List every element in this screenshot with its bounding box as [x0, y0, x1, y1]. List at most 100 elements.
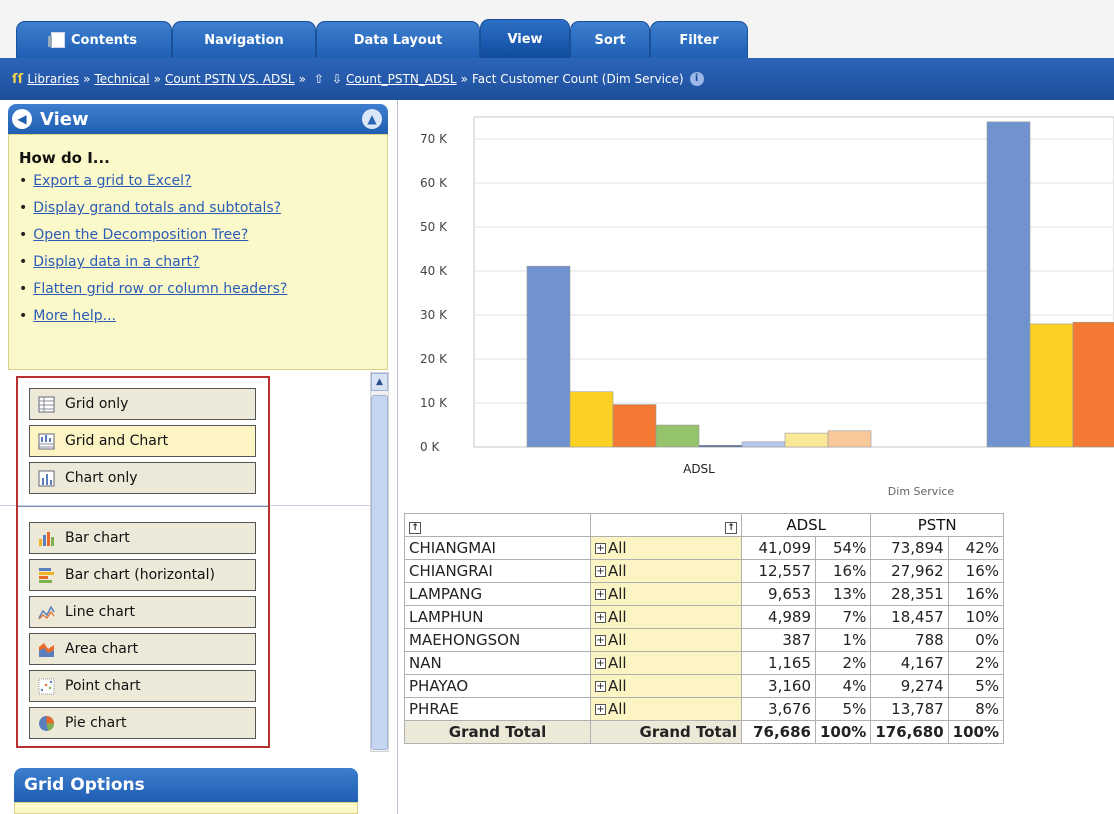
back-icon[interactable]: ◀ — [12, 109, 32, 129]
chart-only-button[interactable]: Chart only — [29, 462, 256, 494]
help-link-more[interactable]: More help... — [19, 308, 379, 335]
bar-chart-button[interactable]: Bar chart — [29, 522, 256, 554]
help-link-decomposition[interactable]: Open the Decomposition Tree? — [19, 227, 379, 254]
expand-plus-icon[interactable]: + — [595, 635, 606, 646]
column-header-adsl[interactable]: ADSL — [740, 513, 872, 537]
area-chart-button[interactable]: Area chart — [29, 633, 256, 665]
tab-navigation[interactable]: Navigation — [172, 21, 316, 58]
point-chart-button[interactable]: Point chart — [29, 670, 256, 702]
all-member-label: All — [608, 539, 627, 557]
all-member-cell[interactable]: + All — [590, 674, 742, 698]
grid-icon — [38, 396, 55, 412]
pstn-percent-cell: 0% — [947, 628, 1005, 652]
drill-up-icon[interactable]: ⇧ — [314, 72, 324, 86]
breadcrumb-report[interactable]: Count PSTN VS. ADSL — [165, 72, 295, 86]
row-header[interactable]: MAEHONGSON — [404, 628, 591, 652]
collapse-icon[interactable]: ▲ — [362, 109, 382, 129]
expand-plus-icon[interactable]: + — [595, 612, 606, 623]
pstn-count-cell: 9,274 — [870, 674, 949, 698]
line-chart-button[interactable]: Line chart — [29, 596, 256, 628]
all-member-label: All — [608, 608, 627, 626]
all-member-cell[interactable]: + All — [590, 536, 742, 560]
grid-options-title: Grid Options — [24, 775, 145, 795]
y-tick-label: 20 K — [420, 352, 448, 366]
table-row: CHIANGRAI + All 12,557 16% 27,962 16% — [404, 559, 1005, 583]
row-header[interactable]: LAMPHUN — [404, 605, 591, 629]
scroll-thumb[interactable] — [371, 395, 388, 750]
info-icon[interactable]: i — [689, 72, 704, 86]
grid-options-body — [14, 802, 358, 814]
row-header[interactable]: CHIANGMAI — [404, 536, 591, 560]
breadcrumb-separator-icon: » — [460, 72, 468, 86]
breadcrumb-cube[interactable]: Count_PSTN_ADSL — [346, 72, 457, 86]
all-member-cell[interactable]: + All — [590, 651, 742, 675]
bar-chart-label: Bar chart — [65, 530, 130, 546]
tab-sort[interactable]: Sort — [570, 21, 650, 58]
bar-nan-adsl[interactable] — [741, 441, 786, 448]
pie-chart-button[interactable]: Pie chart — [29, 707, 256, 739]
row-header[interactable]: PHAYAO — [404, 674, 591, 698]
breadcrumb-technical[interactable]: Technical — [94, 72, 149, 86]
row-header[interactable]: LAMPANG — [404, 582, 591, 606]
adsl-count-cell: 41,099 — [741, 536, 816, 560]
breadcrumb-libraries[interactable]: Libraries — [27, 72, 79, 86]
bar-maehongson-adsl[interactable] — [698, 444, 743, 448]
tab-contents[interactable]: Contents — [16, 21, 172, 58]
bar-chiangrai-adsl[interactable] — [569, 391, 614, 448]
bar-lampang-adsl[interactable] — [612, 404, 657, 448]
grid-and-chart-button[interactable]: Grid and Chart — [29, 425, 256, 457]
bar-lamphun-adsl[interactable] — [655, 424, 700, 448]
all-member-cell[interactable]: + All — [590, 582, 742, 606]
all-header-corner: ↑ — [590, 513, 742, 537]
bar-chiangmai-pstn[interactable] — [986, 121, 1031, 448]
scroll-up-icon[interactable]: ▲ — [371, 373, 388, 391]
pstn-count-cell: 788 — [870, 628, 949, 652]
bar-phayao-adsl[interactable] — [784, 432, 829, 448]
expand-plus-icon[interactable]: + — [595, 704, 606, 715]
tab-data-layout[interactable]: Data Layout — [316, 21, 480, 58]
y-tick-label: 60 K — [420, 176, 448, 190]
all-member-cell[interactable]: + All — [590, 628, 742, 652]
pstn-count-cell: 4,167 — [870, 651, 949, 675]
all-member-label: All — [608, 654, 627, 672]
help-link-flatten[interactable]: Flatten grid row or column headers? — [19, 281, 379, 308]
options-scrollbar[interactable]: ▲ — [370, 372, 389, 752]
drill-down-icon[interactable]: ⇩ — [332, 72, 342, 86]
adsl-percent-cell: 13% — [814, 582, 872, 606]
expand-plus-icon[interactable]: + — [595, 658, 606, 669]
grid-chart-icon — [38, 433, 55, 449]
horizontal-bar-chart-button[interactable]: Bar chart (horizontal) — [29, 559, 256, 591]
help-link-export[interactable]: Export a grid to Excel? — [19, 173, 379, 200]
y-tick-label: 0 K — [420, 440, 440, 454]
tab-view[interactable]: View — [480, 19, 570, 58]
expand-plus-icon[interactable]: + — [595, 566, 606, 577]
column-header-pstn[interactable]: PSTN — [870, 513, 1005, 537]
adsl-percent-cell: 4% — [814, 674, 872, 698]
row-header[interactable]: CHIANGRAI — [404, 559, 591, 583]
adsl-count-cell: 9,653 — [741, 582, 816, 606]
all-member-cell[interactable]: + All — [590, 605, 742, 629]
row-header[interactable]: PHRAE — [404, 697, 591, 721]
help-link-chart[interactable]: Display data in a chart? — [19, 254, 379, 281]
all-member-cell[interactable]: + All — [590, 697, 742, 721]
grid-header-row: ↑ ↑ ADSL PSTN — [404, 513, 1005, 537]
view-panel-header: ◀ View ▲ — [8, 104, 388, 134]
expand-plus-icon[interactable]: + — [595, 589, 606, 600]
bar-phrae-adsl[interactable] — [827, 430, 872, 448]
adsl-count-cell: 3,160 — [741, 674, 816, 698]
pstn-percent-cell: 16% — [947, 559, 1005, 583]
expand-rows-icon[interactable]: ↑ — [409, 522, 421, 534]
all-member-cell[interactable]: + All — [590, 559, 742, 583]
grid-options-header[interactable]: Grid Options — [14, 768, 358, 802]
grid-only-button[interactable]: Grid only — [29, 388, 256, 420]
bar-lampang-pstn[interactable] — [1072, 321, 1114, 448]
tab-filter[interactable]: Filter — [650, 21, 748, 58]
expand-plus-icon[interactable]: + — [595, 543, 606, 554]
expand-plus-icon[interactable]: + — [595, 681, 606, 692]
expand-columns-icon[interactable]: ↑ — [725, 522, 737, 534]
row-header[interactable]: NAN — [404, 651, 591, 675]
help-link-grand-totals[interactable]: Display grand totals and subtotals? — [19, 200, 379, 227]
bar-chiangmai-adsl[interactable] — [526, 265, 571, 448]
bar-chiangrai-pstn[interactable] — [1029, 323, 1074, 448]
area-chart-label: Area chart — [65, 641, 139, 657]
